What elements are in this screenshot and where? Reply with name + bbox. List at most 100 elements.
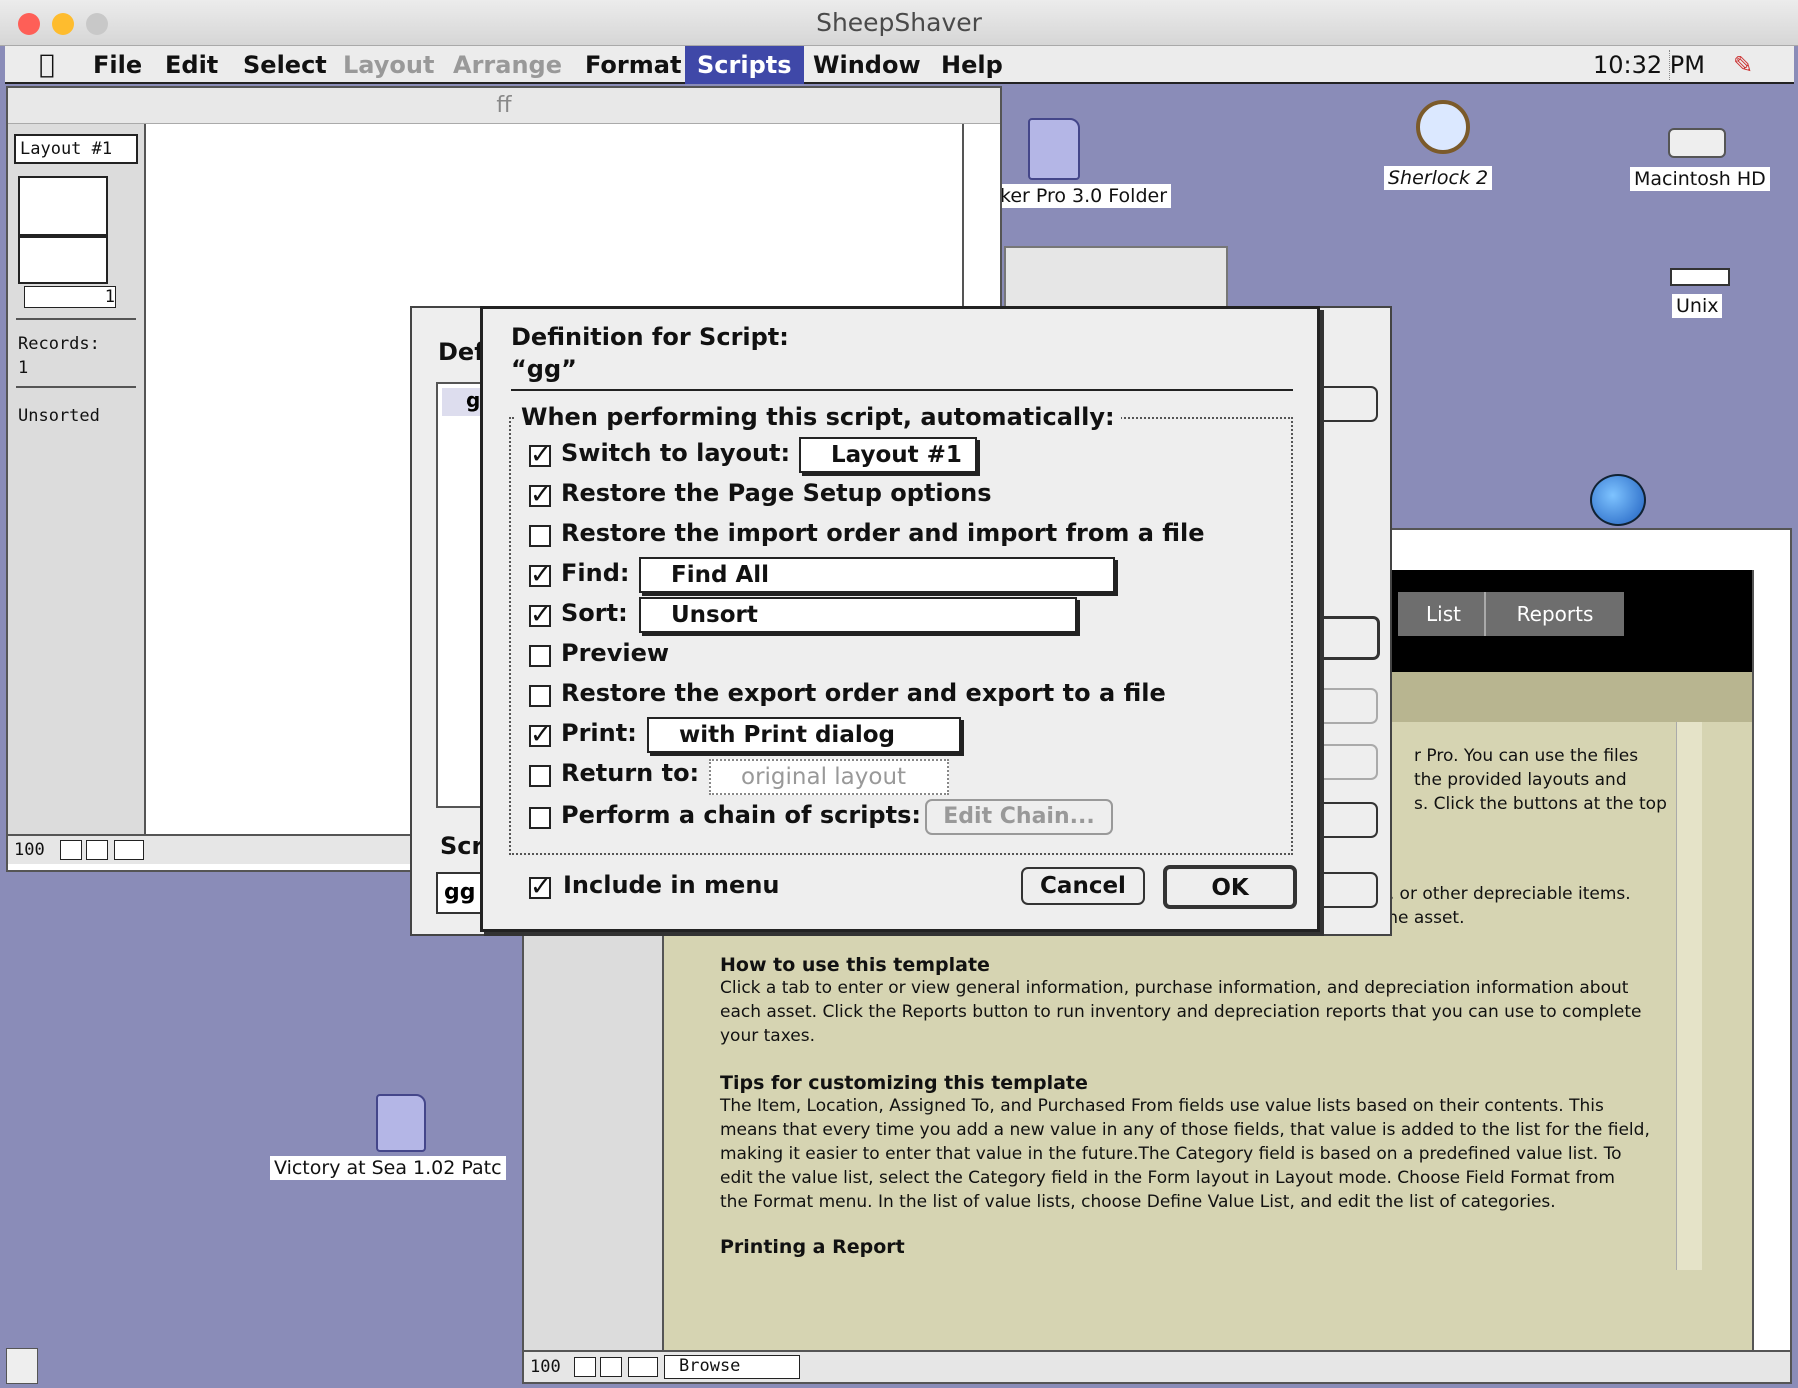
section-line: means that every time you add a new valu… xyxy=(720,1120,1650,1140)
zoom-window-button[interactable] xyxy=(86,13,108,35)
page-setup-label[interactable]: Restore the Page Setup options xyxy=(561,479,992,507)
section-heading: Printing a Report xyxy=(720,1236,905,1258)
sort-label[interactable]: Sort: xyxy=(561,599,628,627)
include-menu-label[interactable]: Include in menu xyxy=(563,871,780,899)
ok-button[interactable]: OK xyxy=(1163,865,1297,909)
book-icon-top[interactable] xyxy=(18,176,108,236)
minimize-window-button[interactable] xyxy=(52,13,74,35)
intro-line: the provided layouts and xyxy=(1414,770,1627,790)
switch-layout-label[interactable]: Switch to layout: xyxy=(561,439,790,467)
status-toggle-icon[interactable] xyxy=(114,840,144,860)
find-label[interactable]: Find: xyxy=(561,559,629,587)
mode-popup[interactable]: Browse xyxy=(664,1355,800,1379)
section-line: Click a tab to enter or view general inf… xyxy=(720,978,1629,998)
switch-layout-checkbox[interactable] xyxy=(529,440,552,470)
text-scrollbar[interactable] xyxy=(1676,722,1702,1270)
template-zoom[interactable]: 100 xyxy=(530,1357,561,1377)
edit-chain-button[interactable]: Edit Chain... xyxy=(925,799,1113,835)
section-heading: Tips for customizing this template xyxy=(720,1072,1088,1094)
find-popup[interactable]: Find All xyxy=(639,557,1115,593)
section-line: each asset. Click the Reports button to … xyxy=(720,1002,1642,1022)
zoom-out-icon[interactable] xyxy=(574,1357,596,1377)
sort-checkbox[interactable] xyxy=(529,600,552,630)
folder-label-2[interactable]: Victory at Sea 1.02 Patc xyxy=(270,1156,506,1180)
menu-window[interactable]: Window xyxy=(801,46,933,84)
sherlock-icon[interactable] xyxy=(1416,100,1470,154)
define-title-partial: Def xyxy=(438,338,485,366)
menu-scripts[interactable]: Scripts xyxy=(685,46,804,84)
export-order-label[interactable]: Restore the export order and export to a… xyxy=(561,679,1166,707)
app-menu-icon[interactable]: ✎ xyxy=(1721,46,1765,84)
import-order-checkbox[interactable] xyxy=(529,525,551,547)
switch-layout-popup[interactable]: Layout #1 xyxy=(799,437,977,473)
layout-popup[interactable]: Layout #1 xyxy=(14,134,138,164)
status-divider xyxy=(16,318,136,320)
template-scrollbar[interactable] xyxy=(1752,570,1790,1350)
return-to-popup[interactable]: original layout xyxy=(709,759,949,795)
page-setup-checkbox[interactable] xyxy=(529,480,552,510)
status-toggle-icon[interactable] xyxy=(628,1357,658,1377)
hard-drive-icon[interactable] xyxy=(1668,128,1726,158)
preview-checkbox[interactable] xyxy=(529,645,551,667)
menu-edit[interactable]: Edit xyxy=(153,46,230,84)
zoom-in-icon[interactable] xyxy=(86,840,108,860)
section-line: your taxes. xyxy=(720,1026,815,1046)
unix-label[interactable]: Unix xyxy=(1672,294,1723,318)
tab-reports[interactable]: Reports xyxy=(1484,592,1624,636)
script-definition-dialog: Definition for Script: “gg” When perform… xyxy=(480,306,1320,932)
unix-disk-icon[interactable] xyxy=(1670,268,1730,286)
print-label[interactable]: Print: xyxy=(561,719,637,747)
folder-icon-2[interactable] xyxy=(376,1094,426,1152)
close-window-button[interactable] xyxy=(18,13,40,35)
record-number[interactable]: 1 xyxy=(24,286,116,308)
print-checkbox[interactable] xyxy=(529,720,552,750)
include-menu-checkbox[interactable] xyxy=(529,872,552,902)
cancel-button[interactable]: Cancel xyxy=(1021,867,1145,905)
menu-file[interactable]: File xyxy=(81,46,154,84)
dialog-divider xyxy=(511,389,1293,391)
menu-help[interactable]: Help xyxy=(929,46,1015,84)
find-checkbox[interactable] xyxy=(529,560,552,590)
return-to-checkbox[interactable] xyxy=(529,765,551,787)
menubar-clock[interactable]: 10:32 PM xyxy=(1581,46,1717,84)
folder-icon[interactable] xyxy=(1028,118,1080,180)
section-line: the Format menu. In the list of value li… xyxy=(720,1192,1556,1212)
section-heading: How to use this template xyxy=(720,954,990,976)
trash-or-handle-icon[interactable] xyxy=(6,1348,38,1384)
menu-select[interactable]: Select xyxy=(231,46,339,84)
window-title[interactable]: ff xyxy=(8,88,1000,124)
menubar-divider xyxy=(1669,50,1671,80)
menu-layout[interactable]: Layout xyxy=(331,46,446,84)
hd-label[interactable]: Macintosh HD xyxy=(1630,167,1770,191)
preview-label[interactable]: Preview xyxy=(561,639,669,667)
section-line: The Item, Location, Assigned To, and Pur… xyxy=(720,1096,1604,1116)
chain-label[interactable]: Perform a chain of scripts: xyxy=(561,801,921,829)
apple-menu-icon[interactable]:  xyxy=(27,46,67,84)
book-icon-bottom[interactable] xyxy=(18,236,108,284)
host-title-bar: SheepShaver xyxy=(0,0,1798,46)
sort-popup[interactable]: Unsort xyxy=(639,597,1077,633)
sherlock-label[interactable]: Sherlock 2 xyxy=(1384,166,1493,190)
export-order-checkbox[interactable] xyxy=(529,685,551,707)
script-name-label: Scr xyxy=(440,832,484,860)
tab-list[interactable]: List xyxy=(1398,592,1484,636)
globe-icon[interactable] xyxy=(1590,474,1646,526)
host-title: SheepShaver xyxy=(816,8,982,37)
folder-label[interactable]: ker Pro 3.0 Folder xyxy=(996,184,1172,208)
template-bottom-bar: 100 Browse xyxy=(524,1350,1790,1382)
menu-arrange[interactable]: Arrange xyxy=(441,46,574,84)
status-area: Layout #1 1 Records: 1 Unsorted xyxy=(8,124,146,834)
zoom-out-icon[interactable] xyxy=(60,840,82,860)
records-label: Records: xyxy=(18,334,100,354)
dialog-script-name: “gg” xyxy=(511,355,577,383)
import-order-label[interactable]: Restore the import order and import from… xyxy=(561,519,1205,547)
chain-checkbox[interactable] xyxy=(529,807,551,829)
intro-text: r Pro. You can use the files the provide… xyxy=(1414,744,1667,816)
return-to-label[interactable]: Return to: xyxy=(561,759,699,787)
menu-format[interactable]: Format xyxy=(573,46,693,84)
print-popup[interactable]: with Print dialog xyxy=(647,717,961,753)
status-divider-2 xyxy=(16,386,136,388)
section-line: making it easier to enter that value in … xyxy=(720,1144,1622,1164)
zoom-level[interactable]: 100 xyxy=(14,840,45,860)
zoom-in-icon[interactable] xyxy=(600,1357,622,1377)
